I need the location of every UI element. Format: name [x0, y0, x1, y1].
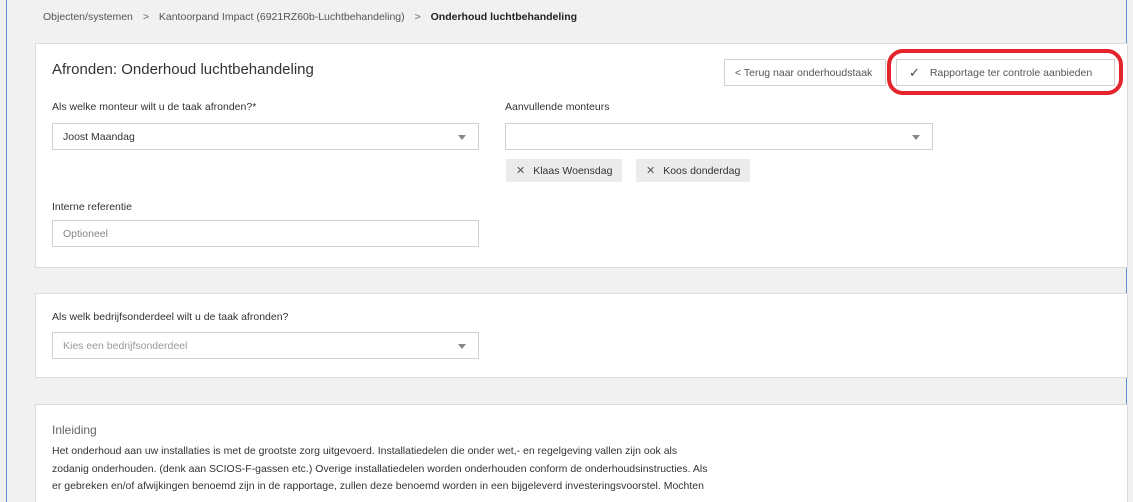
intro-line: zodanig onderhouden. (denk aan SCIOS-F-g…	[52, 462, 708, 475]
mechanic-chip: ✕ Koos donderdag	[636, 159, 751, 182]
department-label: Als welk bedrijfsonderdeel wilt u de taa…	[52, 311, 289, 323]
mechanic-select[interactable]: Joost Maandag	[52, 123, 479, 150]
mechanic-chip-label: Klaas Woensdag	[533, 164, 613, 177]
additional-mechanics-select[interactable]	[505, 123, 933, 150]
breadcrumb-separator: >	[414, 11, 421, 23]
breadcrumb-current: Onderhoud luchtbehandeling	[430, 11, 578, 23]
app-frame: Objecten/systemen > Kantoorpand Impact (…	[6, 0, 1128, 502]
chevron-down-icon	[458, 344, 466, 349]
mechanic-select-value: Joost Maandag	[63, 130, 135, 143]
department-select-placeholder: Kies een bedrijfsonderdeel	[63, 339, 188, 352]
breadcrumb-objecten[interactable]: Objecten/systemen	[43, 11, 133, 23]
breadcrumb-separator: >	[142, 11, 149, 23]
intro-text: Het onderhoud aan uw installaties is met…	[52, 443, 752, 496]
finish-card: Afronden: Onderhoud luchtbehandeling < T…	[35, 43, 1128, 268]
breadcrumb-kantoorpand[interactable]: Kantoorpand Impact (6921RZ60b-Luchtbehan…	[159, 11, 405, 23]
reference-input[interactable]: Optioneel	[52, 220, 479, 247]
department-select[interactable]: Kies een bedrijfsonderdeel	[52, 332, 479, 359]
red-highlight-annotation	[887, 49, 1123, 95]
intro-card: Inleiding Het onderhoud aan uw installat…	[35, 404, 1128, 502]
reference-label: Interne referentie	[52, 201, 132, 213]
mechanic-chip-label: Koos donderdag	[663, 164, 741, 177]
breadcrumb: Objecten/systemen > Kantoorpand Impact (…	[43, 11, 577, 23]
close-icon[interactable]: ✕	[646, 164, 655, 177]
chevron-down-icon	[912, 135, 920, 140]
mechanic-chip: ✕ Klaas Woensdag	[506, 159, 623, 182]
mechanic-label: Als welke monteur wilt u de taak afronde…	[52, 101, 257, 113]
intro-line: Het onderhoud aan uw installaties is met…	[52, 445, 678, 457]
department-card: Als welk bedrijfsonderdeel wilt u de taa…	[35, 293, 1128, 378]
intro-title: Inleiding	[52, 423, 97, 437]
page-title: Afronden: Onderhoud luchtbehandeling	[52, 61, 314, 78]
close-icon[interactable]: ✕	[516, 164, 525, 177]
chevron-down-icon	[458, 135, 466, 140]
back-to-task-button[interactable]: < Terug naar onderhoudstaak	[724, 59, 886, 86]
additional-mechanics-label: Aanvullende monteurs	[505, 101, 610, 113]
intro-line: er gebreken en/of afwijkingen benoemd zi…	[52, 480, 704, 492]
